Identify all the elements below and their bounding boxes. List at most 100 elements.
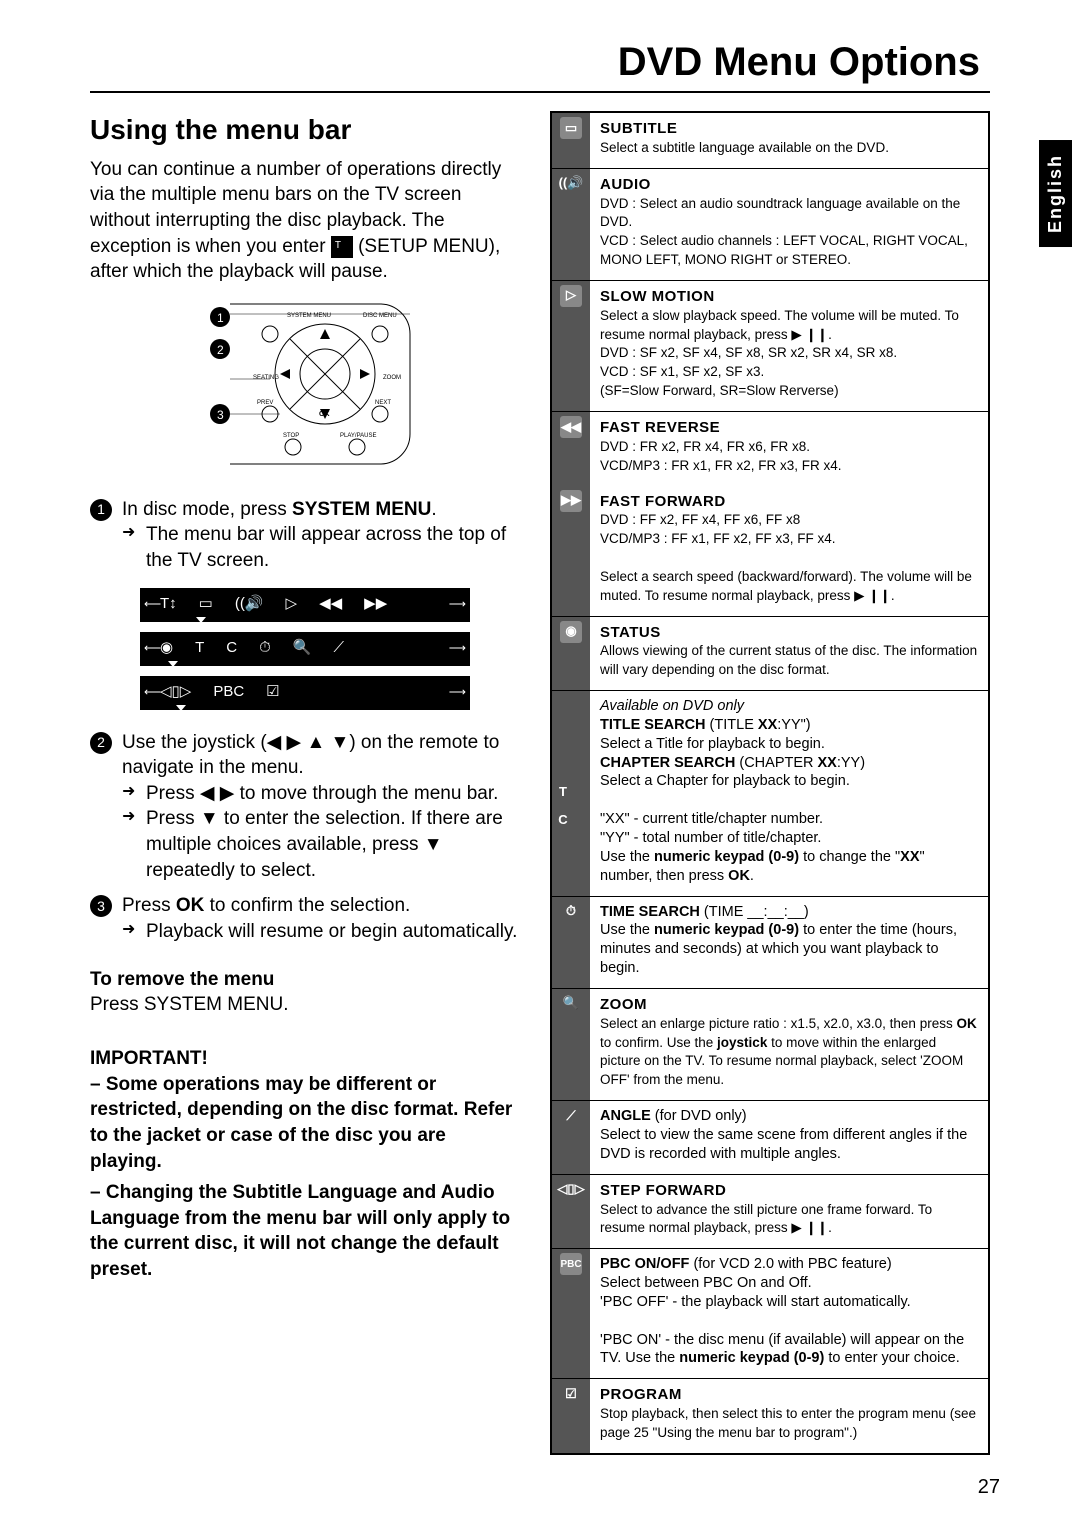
step1-text: In disc mode, press [122, 499, 292, 520]
program-body: Stop playback, then select this to enter… [600, 1406, 976, 1440]
tc-kp: Use the numeric keypad (0-9) to change t… [600, 849, 925, 884]
subtitle-icon: ▭ [560, 117, 582, 139]
options-table: ▭ SUBTITLE Select a subtitle language ava… [550, 111, 990, 1455]
time-title: TIME SEARCH [600, 904, 700, 920]
opt-time: ⏱ TIME SEARCH (TIME __:__:__) Use the nu… [552, 897, 988, 989]
tc-yy: "YY" - total number of title/chapter. [600, 830, 821, 846]
menubar-preview: T↕▭((🔊▷◀◀▶▶ ◉TC⏱🔍⟋ ◁▯▷PBC☑ [140, 588, 470, 710]
fr-title: FAST REVERSE [600, 419, 720, 436]
step2-arrows: ◀ ▶ ▲ ▼ [267, 732, 350, 753]
tc-cs-body: Select a Chapter for playback to begin. [600, 773, 850, 789]
svg-text:STOP: STOP [283, 433, 299, 439]
step1-bold: SYSTEM MENU [292, 499, 431, 520]
tc-cs: CHAPTER SEARCH [600, 755, 735, 771]
step2-b: Press ◀ ▶ to move through the menu bar. [122, 781, 520, 807]
time-body: Use the numeric keypad (0-9) to enter th… [600, 922, 957, 976]
svg-text:PREV: PREV [257, 400, 273, 406]
audio-icon: ((🔊 [560, 173, 582, 195]
subtitle-title: SUBTITLE [600, 120, 677, 137]
step-2: 2 Use the joystick (◀ ▶ ▲ ▼) on the remo… [90, 730, 520, 884]
menubar-row-1: T↕▭((🔊▷◀◀▶▶ [140, 588, 470, 622]
fastforward-icon: ▶▶ [560, 490, 582, 512]
slowmo-body: Select a slow playback speed. The volume… [600, 308, 959, 398]
opt-audio: ((🔊 AUDIO DVD : Select an audio soundtrac… [552, 169, 988, 281]
svg-text:ZOOM: ZOOM [383, 375, 401, 381]
opt-pbc: PBC PBC ON/OFF (for VCD 2.0 with PBC fea… [552, 1249, 988, 1379]
svg-text:SEATING: SEATING [253, 375, 279, 381]
ff-body: DVD : FF x2, FF x4, FF x6, FF x8 VCD/MP3… [600, 512, 972, 602]
ff-title: FAST FORWARD [600, 493, 726, 510]
step-icon: ◁▯▷ [560, 1179, 582, 1201]
pbc-body: PBC ON/OFF (for VCD 2.0 with PBC feature… [590, 1249, 988, 1378]
setup-menu-icon [331, 236, 353, 258]
left-column: Using the menu bar You can continue a nu… [90, 111, 520, 1455]
fastreverse-icon: ◀◀ [560, 416, 582, 438]
step-num-1: 1 [90, 499, 112, 521]
opt-tc: T C Available on DVD only TITLE SEARCH (… [552, 691, 988, 896]
step3-b: Playback will resume or begin automatica… [122, 919, 517, 945]
tc-cs-fmt: (CHAPTER XX:YY) [735, 755, 865, 771]
subtitle-body: Select a subtitle language available on … [600, 140, 889, 155]
step2-pre: Use the joystick ( [122, 732, 267, 753]
svg-text:3: 3 [217, 408, 224, 422]
slowmo-title: SLOW MOTION [600, 288, 715, 305]
program-icon: ☑ [560, 1383, 582, 1405]
remove-heading: To remove the menu [90, 967, 520, 993]
step2-c: Press ▼ to enter the selection. If there… [122, 806, 520, 883]
important-heading: IMPORTANT! [90, 1046, 520, 1072]
opt-angle: ⟋ ANGLE (for DVD only)Select to view the… [552, 1101, 988, 1175]
chapter-icon: C [552, 809, 574, 831]
step-num-2: 2 [90, 732, 112, 754]
status-icon: ◉ [560, 621, 582, 643]
program-title: PROGRAM [600, 1386, 682, 1403]
time-icon: ⏱ [560, 901, 582, 923]
slowmo-icon: ▷ [560, 285, 582, 307]
step-3: 3 Press OK to confirm the selection. Pla… [90, 893, 520, 944]
section-heading: Using the menu bar [90, 111, 520, 149]
step3-post: to confirm the selection. [204, 895, 410, 916]
zoom-title: ZOOM [600, 996, 647, 1013]
svg-text:NEXT: NEXT [375, 400, 391, 406]
svg-text:OK: OK [319, 411, 330, 418]
zoom-icon: 🔍 [560, 993, 582, 1015]
page-number: 27 [978, 1476, 1000, 1499]
svg-text:1: 1 [217, 311, 224, 325]
fr-body: DVD : FR x2, FR x4, FR x6, FR x8. VCD/MP… [600, 439, 842, 473]
page-title: DVD Menu Options [30, 40, 990, 85]
status-body: Allows viewing of the current status of … [600, 643, 977, 677]
step-title: STEP FORWARD [600, 1182, 726, 1199]
tc-ts-body: Select a Title for playback to begin. [600, 736, 825, 752]
step1-end: . [431, 499, 436, 520]
opt-zoom: 🔍 ZOOM Select an enlarge picture ratio : … [552, 989, 988, 1101]
remote-illustration: SYSTEM MENU DISC MENU SEATING ZOOM PREV … [175, 299, 435, 477]
tc-xx: "XX" - current title/chapter number. [600, 811, 823, 827]
right-column: ▭ SUBTITLE Select a subtitle language ava… [550, 111, 990, 1455]
svg-text:2: 2 [217, 343, 224, 357]
tc-ts: TITLE SEARCH [600, 717, 706, 733]
svg-text:DISC MENU: DISC MENU [363, 313, 397, 319]
zoom-body: Select an enlarge picture ratio : x1.5, … [600, 1016, 977, 1088]
opt-step: ◁▯▷ STEP FORWARD Select to advance the st… [552, 1175, 988, 1250]
important-1: – Some operations may be different or re… [90, 1072, 520, 1175]
opt-fr: ◀◀ FAST REVERSE DVD : FR x2, FR x4, FR x6… [552, 412, 988, 486]
opt-ff: ▶▶ FAST FORWARD DVD : FF x2, FF x4, FF x6… [552, 486, 988, 617]
step-body: Select to advance the still picture one … [600, 1202, 932, 1236]
audio-title: AUDIO [600, 176, 651, 193]
title-icon: T [552, 781, 574, 803]
time-fmt: (TIME __:__:__) [700, 904, 809, 920]
audio-body: DVD : Select an audio soundtrack languag… [600, 196, 968, 268]
angle-icon: ⟋ [560, 1105, 582, 1127]
svg-text:PLAY/PAUSE: PLAY/PAUSE [340, 433, 376, 439]
language-tab: English [1039, 140, 1072, 247]
step3-bold: OK [176, 895, 205, 916]
status-title: STATUS [600, 624, 661, 641]
step3-pre: Press [122, 895, 176, 916]
tc-avail: Available on DVD only [600, 698, 744, 714]
opt-slowmo: ▷ SLOW MOTION Select a slow playback spee… [552, 281, 988, 412]
remove-body: Press SYSTEM MENU. [90, 992, 520, 1018]
tc-ts-fmt: (TITLE XX:YY") [706, 717, 811, 733]
opt-subtitle: ▭ SUBTITLE Select a subtitle language ava… [552, 113, 988, 169]
intro-paragraph: You can continue a number of operations … [90, 157, 520, 285]
menubar-row-3: ◁▯▷PBC☑ [140, 676, 470, 710]
important-2: – Changing the Subtitle Language and Aud… [90, 1180, 520, 1283]
